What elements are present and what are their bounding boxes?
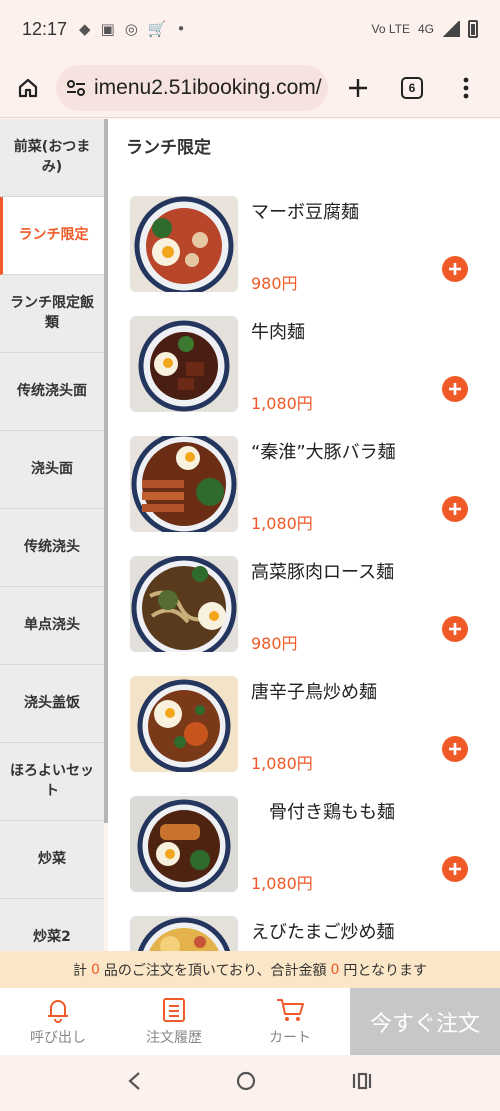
sidebar-item-lunch-limited[interactable]: ランチ限定 [0,197,104,275]
cart-icon [277,998,304,1021]
sidebar-item-lunch-rice[interactable]: ランチ限定飯類 [0,275,104,353]
menu-item[interactable]: えびたまご炒め麺 [108,916,500,951]
url-field[interactable]: imenu2.51ibooking.com/ [56,64,328,111]
dot-icon: • [176,20,186,38]
network-label: 4G [417,22,434,36]
order-amount: 0 [330,961,340,978]
url-text: imenu2.51ibooking.com/ [94,75,322,99]
wifi-icon: ◎ [124,20,138,38]
notification-icon: ◆ [79,20,91,38]
dish-photo [130,436,238,532]
dish-name: マーボ豆腐麺 [251,202,359,223]
add-to-cart-button[interactable] [442,256,468,282]
bottom-action-bar: 呼び出し 注文履歴 カート 今すぐ注文 [0,988,500,1055]
section-title: ランチ限定 [126,138,211,158]
dish-price: 1,080円 [251,874,313,893]
dish-photo [130,316,238,412]
category-sidebar: 前菜(おつまみ) ランチ限定 ランチ限定飯類 传统浇头面 浇头面 传统浇头 单点… [0,119,104,951]
tab-count: 6 [401,76,423,99]
sidebar-item-traditional-topping[interactable]: 传统浇头 [0,509,104,587]
dish-name: 唐辛子鳥炒め麺 [251,682,377,703]
dish-price: 1,080円 [251,394,313,413]
dish-name: えびたまご炒め麺 [251,922,395,943]
plus-icon [449,623,461,635]
recents-icon[interactable] [351,1071,373,1095]
add-to-cart-button[interactable] [442,616,468,642]
dish-price: 1,080円 [251,514,313,533]
more-menu-icon[interactable] [450,72,482,104]
sidebar-item-topping-noodles[interactable]: 浇头面 [0,431,104,509]
sidebar-item-topping-rice-bowl[interactable]: 浇头盖饭 [0,665,104,743]
new-tab-icon[interactable] [342,72,374,104]
cart-notification-icon: 🛒 [147,20,167,38]
plus-icon [449,383,461,395]
menu-item[interactable]: “秦淮”大豚バラ麺 1,080円 [108,436,500,556]
order-summary: 計 0 品のご注文を頂いており、合計金額 0 円となります [0,951,500,988]
add-to-cart-button[interactable] [442,856,468,882]
dish-photo [130,676,238,772]
add-to-cart-button[interactable] [442,496,468,522]
site-settings-icon[interactable] [66,79,86,97]
menu-item[interactable]: 牛肉麺 1,080円 [108,316,500,436]
dish-price: 1,080円 [251,754,313,773]
signal-icon [442,21,460,37]
plus-icon [449,503,461,515]
plus-icon [449,263,461,275]
back-icon[interactable] [127,1071,141,1095]
plus-icon [449,743,461,755]
dish-name: “秦淮”大豚バラ麺 [251,442,396,463]
dish-photo [130,796,238,892]
menu-list: ランチ限定 マーボ豆腐麺 980円 牛肉麺 1,080円 “秦淮”大豚バラ麺 1… [108,119,500,951]
tab-switcher-button[interactable]: 6 [396,72,428,104]
dish-price: 980円 [251,634,298,653]
browser-toolbar: imenu2.51ibooking.com/ 6 [0,58,500,118]
sidebar-item-zensai[interactable]: 前菜(おつまみ) [0,119,104,197]
dish-name: 高菜豚肉ロース麺 [251,562,395,583]
bell-icon [48,999,68,1023]
order-count: 0 [90,961,100,978]
menu-item[interactable]: 高菜豚肉ロース麺 980円 [108,556,500,676]
menu-item[interactable]: 骨付き鶏もも麺 1,080円 [108,796,500,916]
dish-price: 980円 [251,274,298,293]
call-staff-button[interactable]: 呼び出し [0,988,116,1055]
dish-name: 牛肉麺 [251,322,305,343]
sidebar-item-stir-fry[interactable]: 炒菜 [0,821,104,899]
sidebar-item-single-topping[interactable]: 单点浇头 [0,587,104,665]
volte-label: Vo LTE [371,22,410,36]
sidebar-item-traditional-topping-noodles[interactable]: 传统浇头面 [0,353,104,431]
status-bar: 12:17 ◆ ▣ ◎ 🛒 • Vo LTE 4G [0,0,500,58]
status-time: 12:17 [22,18,68,39]
cart-button[interactable]: カート [232,988,348,1055]
add-to-cart-button[interactable] [442,736,468,762]
menu-item[interactable]: 唐辛子鳥炒め麺 1,080円 [108,676,500,796]
add-to-cart-button[interactable] [442,376,468,402]
home-circle-icon[interactable] [235,1070,257,1096]
battery-icon [468,20,478,38]
menu-item[interactable]: マーボ豆腐麺 980円 [108,196,500,316]
dish-photo [130,916,238,951]
home-icon[interactable] [12,72,44,104]
dish-photo [130,556,238,652]
sidebar-item-stir-fry-2[interactable]: 炒菜2 [0,899,104,951]
list-icon [163,997,185,1022]
dish-name: 骨付き鶏もも麺 [251,802,395,823]
dish-photo [130,196,238,292]
plus-icon [449,863,461,875]
order-history-button[interactable]: 注文履歴 [116,988,232,1055]
sidebar-item-horoyoi-set[interactable]: ほろよいセット [0,743,104,821]
system-navigation [0,1055,500,1111]
order-now-button[interactable]: 今すぐ注文 [350,988,500,1055]
app-icon: ▣ [100,20,115,38]
